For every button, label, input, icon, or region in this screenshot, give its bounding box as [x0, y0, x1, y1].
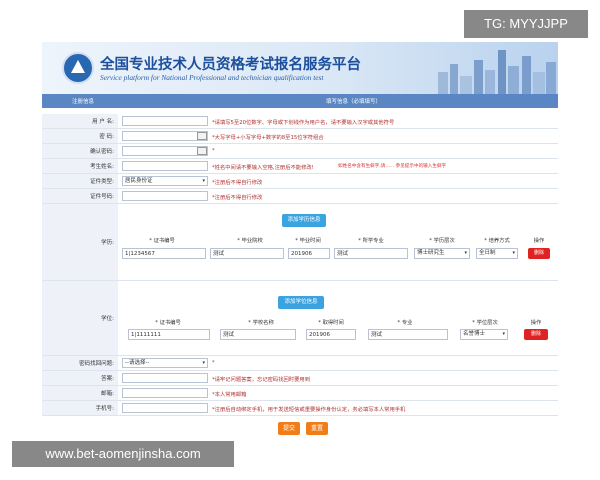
name-note: *姓名中间请不要输入空格,注册后不能修改! [212, 165, 314, 171]
password-label: 密 码: [42, 129, 118, 143]
delete-degree-button[interactable]: 删除 [524, 329, 548, 340]
education-col-mode: * 培养方式 [484, 238, 510, 244]
row-id-type: 证件类型: 居民身份证 *注册后不得自行修改 [42, 174, 558, 189]
add-degree-button[interactable]: 添加学位信息 [278, 296, 324, 309]
page-subtitle: Service platform for National Profession… [100, 73, 324, 82]
header-banner: 全国专业技术人员资格考试报名服务平台 Service platform for … [42, 42, 558, 94]
education-col-major: * 所学专业 [358, 238, 384, 244]
degree-col-action: 操作 [530, 320, 542, 326]
degree-school-input[interactable]: 测试 [220, 329, 296, 340]
row-confirm-password: 确认密码: * [42, 144, 558, 159]
tab-bar: 注册信息 填写信息（必填填写） [42, 94, 558, 108]
degree-label: 学位: [42, 281, 118, 355]
education-mode-select[interactable]: 全日制 [476, 248, 518, 259]
row-username: 用 户 名: *请填写5至20位数字、字母或下划线作为用户名，请不要输入汉字或其… [42, 114, 558, 129]
row-degree: 学位: 添加学位信息 * 证书编号 * 学校名称 * 取得时间 * 专业 * 学… [42, 281, 558, 356]
rare-character-link[interactable]: 如姓名中含有生僻字,请...... 参见提示中的输入生僻字 [338, 163, 446, 169]
education-col-action: 操作 [533, 238, 545, 244]
degree-col-school: * 学校名称 [248, 320, 274, 326]
confirm-password-input[interactable] [122, 146, 208, 156]
degree-col-level: * 学位层次 [472, 320, 498, 326]
education-col-cert: * 证书编号 [149, 238, 175, 244]
education-time-input[interactable]: 201906 [288, 248, 330, 259]
tab-register-info: 注册信息 [72, 99, 95, 105]
degree-col-time: * 取得时间 [318, 320, 344, 326]
degree-cert-input[interactable]: 1|1111111 [128, 329, 210, 340]
email-label: 邮箱: [42, 386, 118, 400]
education-cert-input[interactable]: 1|1234567 [122, 248, 206, 259]
education-major-input[interactable]: 测试 [334, 248, 408, 259]
phone-label: 手机号: [42, 401, 118, 415]
keyboard-icon[interactable] [197, 132, 207, 140]
id-type-select[interactable]: 居民身份证 [122, 176, 208, 186]
education-col-level: * 学历层次 [429, 238, 455, 244]
platform-logo-icon [62, 52, 94, 84]
answer-input[interactable] [122, 373, 208, 383]
name-input[interactable] [122, 161, 208, 171]
row-phone: 手机号: *注册后自动绑定手机，用于发送短信或重要操作身份认定，务必填写本人常用… [42, 401, 558, 416]
delete-education-button[interactable]: 删除 [528, 248, 550, 259]
security-question-note: * [212, 360, 215, 366]
id-type-note: *注册后不得自行修改 [212, 180, 263, 186]
id-number-note: *注册后不得自行修改 [212, 195, 263, 201]
phone-note: *注册后自动绑定手机，用于发送短信或重要操作身份认定，务必填写本人常用手机 [212, 407, 406, 413]
education-level-select[interactable]: 博士研究生 [414, 248, 470, 259]
email-input[interactable] [122, 388, 208, 398]
row-password: 密 码: *大写字母+小写字母+数字的8至15位字符组合 [42, 129, 558, 144]
education-school-input[interactable]: 测试 [210, 248, 284, 259]
degree-col-cert: * 证书编号 [155, 320, 181, 326]
id-number-input[interactable] [122, 191, 208, 201]
security-question-select[interactable]: --请选择-- [122, 358, 208, 368]
answer-note: *请牢记问题答案，忘记密码找回时要用到 [212, 377, 310, 383]
phone-input[interactable] [122, 403, 208, 413]
row-id-number: 证件号码: *注册后不得自行修改 [42, 189, 558, 204]
page-title: 全国专业技术人员资格考试报名服务平台 [100, 57, 361, 73]
password-input[interactable] [122, 131, 208, 141]
watermark-top: TG: MYYJJPP [464, 10, 588, 38]
confirm-password-label: 确认密码: [42, 144, 118, 158]
degree-level-select[interactable]: 名誉博士 [460, 329, 508, 340]
answer-label: 答案: [42, 371, 118, 385]
username-note: *请填写5至20位数字、字母或下划线作为用户名，请不要输入汉字或其他符号 [212, 120, 395, 126]
email-note: *本人常用邮箱 [212, 392, 247, 398]
education-col-time: * 毕业时间 [295, 238, 321, 244]
registration-page: 全国专业技术人员资格考试报名服务平台 Service platform for … [42, 42, 558, 440]
name-label: 考生姓名: [42, 159, 118, 173]
degree-major-input[interactable]: 测试 [368, 329, 448, 340]
security-question-label: 密码找回问题: [42, 356, 118, 370]
row-education: 学历: 添加学历信息 * 证书编号 * 毕业院校 * 毕业时间 * 所学专业 *… [42, 204, 558, 281]
degree-time-input[interactable]: 201906 [306, 329, 356, 340]
row-answer: 答案: *请牢记问题答案，忘记密码找回时要用到 [42, 371, 558, 386]
degree-col-major: * 专业 [397, 320, 413, 326]
education-col-school: * 毕业院校 [237, 238, 263, 244]
submit-button[interactable]: 提交 [278, 422, 300, 435]
row-name: 考生姓名: *姓名中间请不要输入空格,注册后不能修改! 如姓名中含有生僻字,请.… [42, 159, 558, 174]
tab-fill-info: 填写信息（必填填写） [326, 99, 382, 105]
row-email: 邮箱: *本人常用邮箱 [42, 386, 558, 401]
confirm-password-note: * [212, 148, 215, 154]
add-education-button[interactable]: 添加学历信息 [282, 214, 326, 227]
id-number-label: 证件号码: [42, 189, 118, 203]
watermark-bottom: www.bet-aomenjinsha.com [12, 441, 234, 467]
username-input[interactable] [122, 116, 208, 126]
username-label: 用 户 名: [42, 114, 118, 128]
keyboard-icon[interactable] [197, 147, 207, 155]
city-skyline-icon [438, 50, 556, 94]
id-type-label: 证件类型: [42, 174, 118, 188]
reset-button[interactable]: 重置 [306, 422, 328, 435]
education-label: 学历: [42, 204, 118, 280]
row-security-question: 密码找回问题: --请选择-- * [42, 356, 558, 371]
password-note: *大写字母+小写字母+数字的8至15位字符组合 [212, 135, 324, 141]
